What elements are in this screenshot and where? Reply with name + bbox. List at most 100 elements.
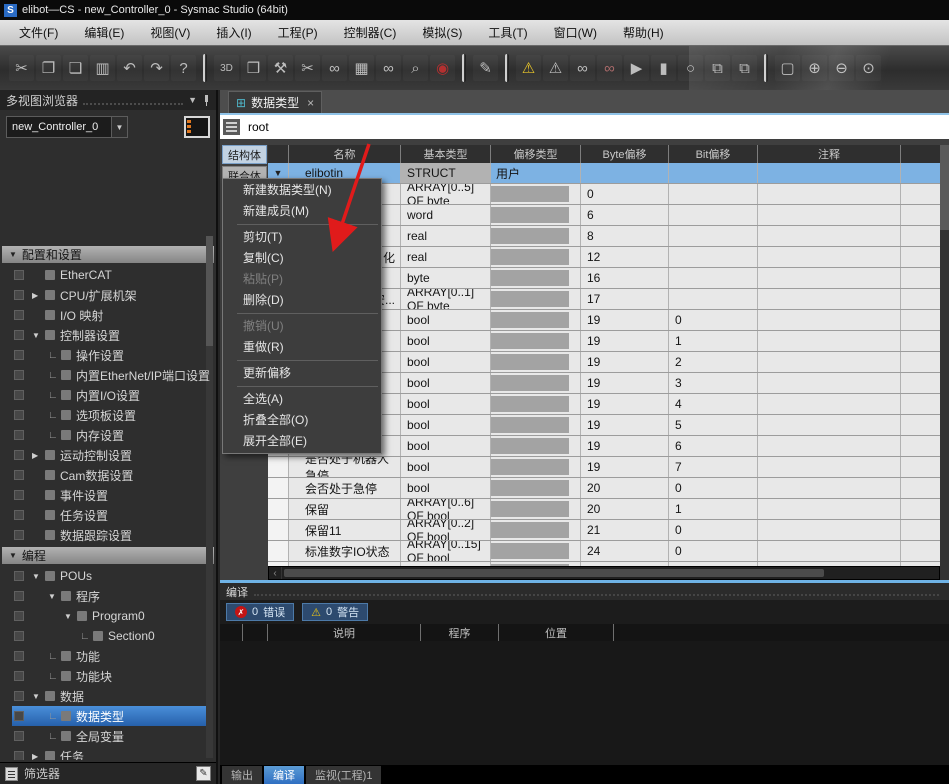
cell-byte-offset[interactable]: 19 — [580, 310, 668, 330]
cell-comment[interactable] — [757, 331, 900, 351]
cell-comment[interactable] — [757, 163, 900, 183]
row-handle[interactable] — [268, 499, 288, 519]
tree-checkbox[interactable] — [14, 671, 24, 681]
menu-item[interactable]: 帮助(H) — [610, 20, 677, 45]
cell-bit-offset[interactable] — [668, 163, 757, 183]
cell-comment[interactable] — [757, 415, 900, 435]
cell-bit-offset[interactable] — [668, 289, 757, 309]
cell-comment[interactable] — [757, 541, 900, 561]
cell-byte-offset[interactable]: 19 — [580, 373, 668, 393]
context-menu-item[interactable]: 复制(C) — [223, 248, 381, 269]
edit-filter-icon[interactable]: ✎ — [196, 766, 211, 781]
cell-offset-type[interactable] — [490, 310, 580, 330]
tree-checkbox[interactable] — [14, 470, 24, 480]
undo-icon[interactable]: ↶ — [117, 55, 142, 81]
cell-name[interactable]: 标准数字IO状态 — [288, 541, 400, 561]
cell-byte-offset[interactable]: 20 — [580, 478, 668, 498]
cell-base-type[interactable]: ARRAY[0..1] OF byte — [400, 289, 490, 309]
tree-checkbox[interactable] — [14, 591, 24, 601]
cell-bit-offset[interactable]: 5 — [668, 415, 757, 435]
build-warning-icon[interactable]: ⚠ — [516, 55, 541, 81]
cell-byte-offset[interactable]: 17 — [580, 289, 668, 309]
collapse-panel-icon[interactable]: ▼ — [188, 95, 197, 105]
sidebar-item-cam-data[interactable]: Cam数据设置 — [0, 465, 216, 485]
cell-comment[interactable] — [757, 478, 900, 498]
copy-icon[interactable]: ❐ — [36, 55, 61, 81]
sidebar-item-section[interactable]: ∟Section0 — [0, 626, 216, 646]
cell-byte-offset[interactable]: 19 — [580, 436, 668, 456]
sidebar-item-controller-setup[interactable]: ▼控制器设置 — [0, 325, 216, 345]
menu-item[interactable]: 工程(P) — [265, 20, 331, 45]
context-menu-item[interactable]: 删除(D) — [223, 290, 381, 311]
tree-checkbox[interactable] — [14, 350, 24, 360]
expand-arrow-icon[interactable]: ▼ — [48, 592, 61, 601]
chevron-down-icon[interactable]: ▼ — [111, 117, 127, 137]
expand-arrow-icon[interactable]: ▼ — [32, 692, 45, 701]
tab-watch[interactable]: 监视(工程)1 — [306, 766, 381, 784]
sidebar-item-motion-control[interactable]: ▶运动控制设置 — [0, 445, 216, 465]
cell-base-type[interactable]: ARRAY[0..2] OF bool — [400, 520, 490, 540]
cell-offset-type[interactable] — [490, 520, 580, 540]
context-menu-item[interactable]: 新建数据类型(N) — [223, 180, 381, 201]
cell-comment[interactable] — [757, 289, 900, 309]
help-icon[interactable]: ? — [171, 55, 196, 81]
cell-name[interactable]: 会否处于急停 — [288, 478, 400, 498]
cell-offset-type[interactable] — [490, 352, 580, 372]
expand-arrow-icon[interactable]: ▼ — [32, 572, 45, 581]
cell-comment[interactable] — [757, 457, 900, 477]
cell-base-type[interactable]: word — [400, 205, 490, 225]
table-row[interactable]: 保留ARRAY[0..6] OF bool201 — [268, 499, 940, 520]
sidebar-scrollbar-thumb[interactable] — [206, 236, 213, 346]
sidebar-item-tasks[interactable]: ▶任务 — [0, 746, 216, 760]
redo-icon[interactable]: ↷ — [144, 55, 169, 81]
monitor-stop-icon[interactable]: ∞ — [597, 55, 622, 81]
cell-bit-offset[interactable]: 0 — [668, 478, 757, 498]
cell-bit-offset[interactable] — [668, 226, 757, 246]
expand-arrow-icon[interactable]: ▶ — [32, 291, 45, 300]
tree-checkbox[interactable] — [14, 510, 24, 520]
cell-offset-type[interactable] — [490, 394, 580, 414]
stop-icon[interactable]: ◉ — [430, 55, 455, 81]
cell-offset-type[interactable] — [490, 478, 580, 498]
context-menu-item[interactable]: 更新偏移 — [223, 363, 381, 384]
expand-arrow-icon[interactable]: ▼ — [32, 331, 45, 340]
sidebar-item-option-board[interactable]: ∟选项板设置 — [0, 405, 216, 425]
sidebar-item-cpu-rack[interactable]: ▶CPU/扩展机架 — [0, 285, 216, 305]
cell-comment[interactable] — [757, 205, 900, 225]
cell-comment[interactable] — [757, 226, 900, 246]
tree-checkbox[interactable] — [14, 611, 24, 621]
cell-offset-type[interactable] — [490, 373, 580, 393]
error-count-badge[interactable]: ✗ 0 错误 — [226, 603, 294, 621]
cell-base-type[interactable]: bool — [400, 352, 490, 372]
tree-checkbox[interactable] — [14, 450, 24, 460]
menu-item[interactable]: 文件(F) — [6, 20, 71, 45]
cell-name[interactable]: 保留 — [288, 499, 400, 519]
menu-item[interactable]: 窗口(W) — [541, 20, 610, 45]
tree-checkbox[interactable] — [14, 290, 24, 300]
horizontal-scrollbar-thumb[interactable] — [284, 569, 824, 577]
cell-bit-offset[interactable]: 0 — [668, 520, 757, 540]
delete-icon[interactable]: ▥ — [90, 55, 115, 81]
cell-bit-offset[interactable] — [668, 247, 757, 267]
sidebar-item-ethercat[interactable]: EtherCAT — [0, 265, 216, 285]
cell-offset-type[interactable] — [490, 247, 580, 267]
cell-byte-offset[interactable]: 12 — [580, 247, 668, 267]
cell-comment[interactable] — [757, 520, 900, 540]
tree-checkbox[interactable] — [14, 270, 24, 280]
cell-comment[interactable] — [757, 352, 900, 372]
sidebar-item-event-settings[interactable]: 事件设置 — [0, 485, 216, 505]
cell-base-type[interactable]: real — [400, 247, 490, 267]
tool-icon[interactable]: ⚒ — [268, 55, 293, 81]
table-row[interactable]: 会否处于急停bool200 — [268, 478, 940, 499]
sidebar-item-io-map[interactable]: I/O 映射 — [0, 305, 216, 325]
cell-comment[interactable] — [757, 247, 900, 267]
table-row[interactable]: 标准数字IO状态ARRAY[0..15] OF bool240 — [268, 541, 940, 562]
row-handle[interactable] — [268, 541, 288, 561]
cell-base-type[interactable]: ARRAY[0..15] OF bool — [400, 541, 490, 561]
paste-icon[interactable]: ❏ — [63, 55, 88, 81]
tree-checkbox[interactable] — [14, 711, 24, 721]
cell-bit-offset[interactable]: 0 — [668, 310, 757, 330]
cell-byte-offset[interactable]: 20 — [580, 499, 668, 519]
cell-base-type[interactable]: ARRAY[0..5] OF byte — [400, 184, 490, 204]
cell-byte-offset[interactable]: 6 — [580, 205, 668, 225]
